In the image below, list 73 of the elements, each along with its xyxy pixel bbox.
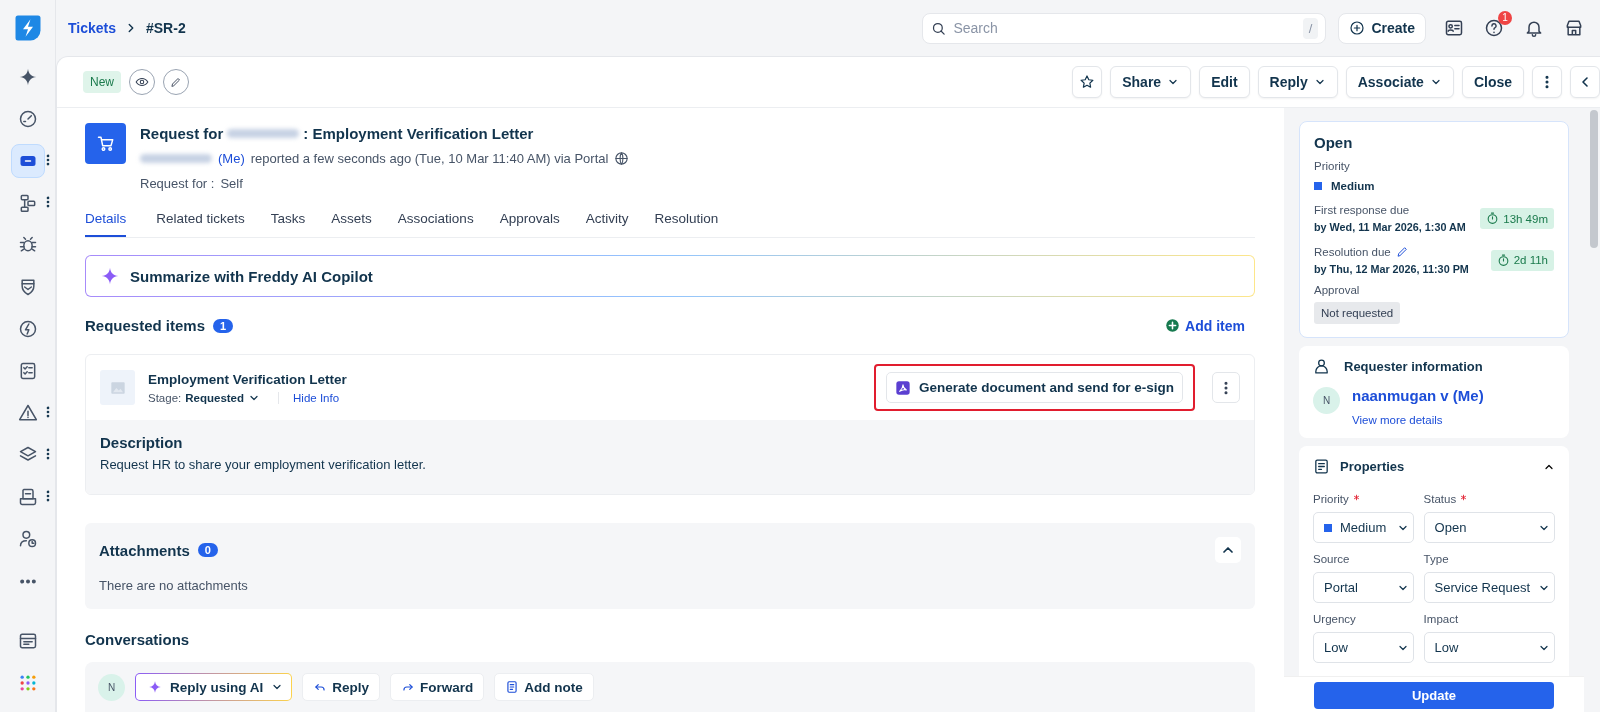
ticket-title: Request for (140, 125, 224, 142)
section-title: Attachments (99, 541, 190, 559)
add-note-button[interactable]: Add note (494, 673, 594, 701)
action-button[interactable]: Edit (1199, 66, 1250, 98)
reply-with-ai-button[interactable]: Reply using AI (135, 673, 293, 701)
count-badge: 1 (213, 318, 234, 333)
field-label: Type (1423, 553, 1449, 565)
count-badge: 0 (197, 543, 218, 557)
field-label: Resolution due (1314, 245, 1391, 258)
field-label: Priority (1313, 493, 1349, 505)
ticket-title: : Employment Verification Letter (303, 125, 534, 142)
tab[interactable]: Assets (321, 203, 382, 237)
status-title: Open (1314, 134, 1354, 151)
tab[interactable]: Related tickets (146, 203, 255, 237)
tab[interactable]: Tasks (260, 203, 316, 237)
card-title: Properties (1340, 459, 1405, 474)
tab[interactable]: Associations (387, 203, 484, 237)
select-field[interactable]: Portal (1313, 572, 1414, 603)
timer-tag: 13h 49m (1480, 208, 1554, 229)
avatar: N (98, 673, 125, 701)
section-title: Requested items (85, 317, 206, 334)
section-title: Conversations (85, 631, 191, 648)
empty-message: There are no attachments (99, 578, 249, 593)
select-field[interactable]: Open (1423, 512, 1555, 543)
field-label: Approval (1314, 284, 1361, 296)
select-field[interactable]: Low (1423, 632, 1555, 663)
view-details-link[interactable]: View more details (1352, 414, 1443, 426)
field-label: Status (1423, 493, 1457, 505)
create-button[interactable]: Create (1338, 12, 1426, 44)
field-value: Self (220, 176, 243, 191)
copilot-button[interactable]: Summarize with Freddy AI Copilot (85, 255, 1255, 297)
item-name: Employment Verification Letter (148, 371, 347, 387)
breadcrumb-link[interactable]: Tickets (68, 20, 116, 36)
reply-button[interactable]: Reply (302, 673, 381, 701)
reported-text: reported a few seconds ago (Tue, 10 Mar 11:40 AM) via Portal (250, 151, 609, 166)
field-label: Stage: (148, 391, 182, 404)
field-label: Source (1313, 553, 1350, 565)
stage-dropdown[interactable]: Requested (185, 391, 261, 404)
timer-tag: 2d 11h (1490, 249, 1554, 271)
update-button[interactable]: Update (1314, 682, 1554, 709)
tab[interactable]: Details (85, 203, 127, 237)
notification-badge: 1 (1498, 11, 1512, 25)
action-button[interactable]: Reply (1257, 66, 1338, 98)
select-field[interactable]: Service Request (1423, 572, 1555, 603)
action-button[interactable]: Associate (1345, 66, 1454, 98)
field-label: Request for : (140, 176, 215, 191)
field-label: Impact (1423, 613, 1459, 625)
field-label: Priority (1314, 160, 1351, 172)
card-title: Requester information (1344, 359, 1483, 374)
select-field[interactable]: Low (1313, 632, 1414, 663)
field-label: Urgency (1313, 613, 1356, 625)
requester-link[interactable]: naanmugan v (Me) (1352, 387, 1484, 404)
breadcrumb-current: #SR-2 (146, 20, 186, 36)
add-item-button[interactable]: Add item (1165, 317, 1245, 334)
due-date: by Thu, 12 Mar 2026, 11:30 PM (1314, 263, 1469, 275)
requester-link[interactable]: (Me) (218, 151, 245, 166)
status-tag: New (83, 71, 121, 93)
field-label: First response due (1314, 204, 1410, 216)
description-title: Description (100, 434, 184, 451)
action-button[interactable]: Share (1110, 66, 1192, 98)
description-text: Request HR to share your employment verification letter. (100, 457, 427, 472)
hide-info-link[interactable]: Hide Info (278, 391, 340, 404)
tab[interactable]: Resolution (644, 203, 729, 237)
due-date: by Wed, 11 Mar 2026, 1:30 AM (1314, 221, 1466, 233)
avatar: N (1313, 387, 1340, 414)
approval-tag: Not requested (1314, 302, 1401, 324)
action-button[interactable]: Close (1461, 66, 1524, 98)
tab[interactable]: Approvals (489, 203, 570, 237)
generate-document-button[interactable]: Generate document and send for e-sign (885, 372, 1183, 403)
tab[interactable]: Activity (575, 203, 639, 237)
select-field[interactable]: Medium (1313, 512, 1414, 543)
priority-value: Medium (1331, 180, 1375, 192)
forward-button[interactable]: Forward (390, 673, 485, 701)
